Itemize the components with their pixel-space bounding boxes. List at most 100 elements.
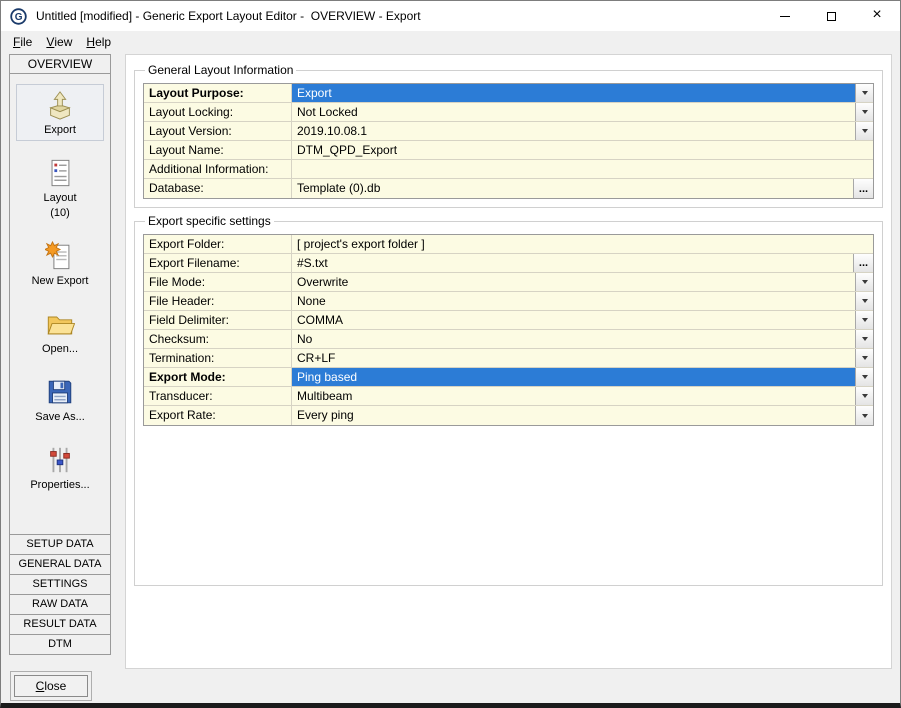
- property-value[interactable]: CR+LF: [292, 349, 855, 367]
- tool-label: Layout: [43, 192, 76, 204]
- property-value-cell: CR+LF: [292, 349, 873, 367]
- close-button[interactable]: ×: [854, 1, 900, 31]
- dropdown-button[interactable]: [855, 84, 873, 102]
- property-row: Checksum:No: [144, 330, 873, 349]
- dropdown-button[interactable]: [855, 273, 873, 291]
- window-title: Untitled [modified] - Generic Export Lay…: [36, 9, 421, 23]
- property-label: Layout Locking:: [144, 103, 292, 121]
- sidebar-tab-raw-data[interactable]: RAW DATA: [10, 594, 110, 614]
- property-label: Termination:: [144, 349, 292, 367]
- close-button[interactable]: Close: [14, 675, 88, 697]
- property-value[interactable]: Overwrite: [292, 273, 855, 291]
- property-label: Layout Name:: [144, 141, 292, 159]
- property-value-cell: Ping based: [292, 368, 873, 386]
- ellipsis-button[interactable]: ...: [853, 254, 873, 272]
- window-controls: ×: [762, 1, 900, 31]
- dropdown-button[interactable]: [855, 368, 873, 386]
- tool-label: Open...: [42, 343, 78, 355]
- property-row: File Mode:Overwrite: [144, 273, 873, 292]
- new-export-icon: [44, 240, 76, 272]
- maximize-button[interactable]: [808, 1, 854, 31]
- chevron-down-icon: [862, 91, 868, 95]
- sidebar-tool-properties[interactable]: Properties...: [16, 439, 104, 496]
- dropdown-button[interactable]: [855, 122, 873, 140]
- sidebar-tab-setup-data[interactable]: SETUP DATA: [10, 534, 110, 554]
- menu-item-file[interactable]: File: [6, 31, 39, 53]
- app-icon: G: [10, 8, 27, 25]
- property-value[interactable]: Every ping: [292, 406, 855, 425]
- footer: Close: [1, 669, 900, 703]
- menu-item-view[interactable]: View: [39, 31, 79, 53]
- property-value-cell: Template (0).db...: [292, 179, 873, 198]
- sidebar-tool-layout[interactable]: Layout(10): [16, 152, 104, 224]
- dropdown-button[interactable]: [855, 292, 873, 310]
- sidebar: OVERVIEW Export Layout(10) New Export Open.…: [1, 53, 113, 669]
- chevron-down-icon: [862, 280, 868, 284]
- sidebar-header-overview[interactable]: OVERVIEW: [10, 55, 110, 74]
- maximize-icon: [827, 12, 836, 21]
- property-value[interactable]: Ping based: [292, 368, 855, 386]
- group-general-layout-information: General Layout Information Layout Purpos…: [134, 63, 883, 208]
- tool-label: New Export: [32, 275, 89, 287]
- sidebar-tool-export[interactable]: Export: [16, 84, 104, 141]
- menu-item-help[interactable]: Help: [79, 31, 118, 53]
- property-value[interactable]: Not Locked: [292, 103, 855, 121]
- property-value[interactable]: Export: [292, 84, 855, 102]
- sidebar-tab-settings[interactable]: SETTINGS: [10, 574, 110, 594]
- sidebar-tab-dtm[interactable]: DTM: [10, 634, 110, 654]
- property-value[interactable]: 2019.10.08.1: [292, 122, 855, 140]
- property-row: Termination:CR+LF: [144, 349, 873, 368]
- property-value-cell: No: [292, 330, 873, 348]
- dropdown-button[interactable]: [855, 103, 873, 121]
- content-area: OVERVIEW Export Layout(10) New Export Open.…: [1, 53, 900, 669]
- property-label: Export Mode:: [144, 368, 292, 386]
- dropdown-button[interactable]: [855, 311, 873, 329]
- sidebar-tool-save-as[interactable]: Save As...: [16, 371, 104, 428]
- property-value[interactable]: Template (0).db: [292, 179, 853, 198]
- property-row: Export Filename:#S.txt...: [144, 254, 873, 273]
- property-value[interactable]: DTM_QPD_Export: [292, 141, 873, 159]
- property-label: Field Delimiter:: [144, 311, 292, 329]
- sidebar-tab-result-data[interactable]: RESULT DATA: [10, 614, 110, 634]
- sidebar-tool-new-export[interactable]: New Export: [16, 235, 104, 292]
- tool-label: Export: [44, 124, 76, 136]
- dropdown-button[interactable]: [855, 406, 873, 425]
- property-row: Layout Purpose:Export: [144, 84, 873, 103]
- chevron-down-icon: [862, 129, 868, 133]
- property-value-cell: #S.txt...: [292, 254, 873, 272]
- sidebar-tabs: SETUP DATAGENERAL DATASETTINGSRAW DATARE…: [10, 534, 110, 654]
- sidebar-tab-general-data[interactable]: GENERAL DATA: [10, 554, 110, 574]
- sidebar-tool-open[interactable]: Open...: [16, 303, 104, 360]
- dropdown-button[interactable]: [855, 330, 873, 348]
- property-value[interactable]: [292, 160, 873, 178]
- property-value[interactable]: Multibeam: [292, 387, 855, 405]
- property-value[interactable]: COMMA: [292, 311, 855, 329]
- property-row: Layout Name:DTM_QPD_Export: [144, 141, 873, 160]
- property-row: Field Delimiter:COMMA: [144, 311, 873, 330]
- chevron-down-icon: [862, 110, 868, 114]
- property-value-cell: Export: [292, 84, 873, 102]
- properties-icon: [44, 444, 76, 476]
- open-folder-icon: [44, 308, 76, 340]
- property-label: Export Filename:: [144, 254, 292, 272]
- sidebar-panel: OVERVIEW Export Layout(10) New Export Open.…: [9, 54, 111, 655]
- property-value[interactable]: #S.txt: [292, 254, 853, 272]
- dropdown-button[interactable]: [855, 387, 873, 405]
- dropdown-button[interactable]: [855, 349, 873, 367]
- main-panel: General Layout Information Layout Purpos…: [125, 54, 892, 669]
- property-value[interactable]: [ project's export folder ]: [292, 235, 873, 253]
- property-row: Layout Version:2019.10.08.1: [144, 122, 873, 141]
- property-label: File Header:: [144, 292, 292, 310]
- minimize-button[interactable]: [762, 1, 808, 31]
- chevron-down-icon: [862, 356, 868, 360]
- property-row: Export Mode:Ping based: [144, 368, 873, 387]
- chevron-down-icon: [862, 394, 868, 398]
- property-value[interactable]: No: [292, 330, 855, 348]
- property-value-cell: Every ping: [292, 406, 873, 425]
- property-value[interactable]: None: [292, 292, 855, 310]
- app-window: G Untitled [modified] - Generic Export L…: [0, 0, 901, 708]
- ellipsis-button[interactable]: ...: [853, 179, 873, 198]
- tool-label: Properties...: [30, 479, 89, 491]
- property-row: Layout Locking:Not Locked: [144, 103, 873, 122]
- property-label: File Mode:: [144, 273, 292, 291]
